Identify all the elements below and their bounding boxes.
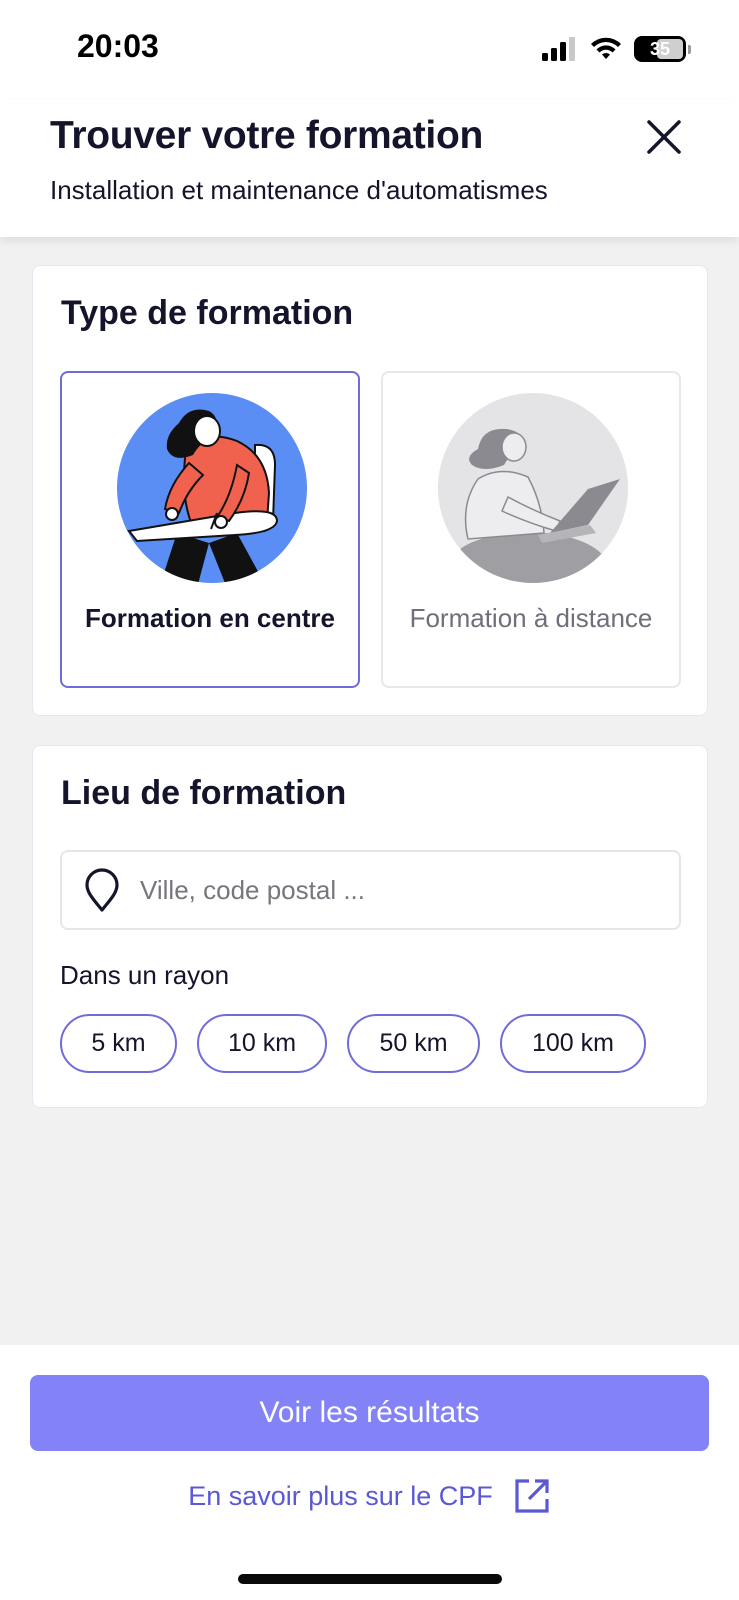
battery-icon: 35	[634, 36, 686, 62]
home-indicator	[238, 1574, 502, 1584]
radius-chip-5km[interactable]: 5 km	[60, 1014, 177, 1073]
footer: Voir les résultats En savoir plus sur le…	[0, 1345, 739, 1600]
option-label-a-distance: Formation à distance	[409, 603, 653, 633]
battery-level: 35	[649, 38, 671, 59]
header: Trouver votre formation Installation et …	[0, 100, 739, 237]
battery-tip	[688, 44, 691, 54]
external-link-icon	[515, 1479, 549, 1513]
option-formation-a-distance[interactable]: Formation à distance	[381, 371, 681, 688]
classroom-training-illustration	[117, 393, 307, 583]
status-icons: 35	[542, 32, 691, 66]
radius-chip-100km[interactable]: 100 km	[500, 1014, 646, 1073]
location-input[interactable]	[140, 874, 620, 906]
option-label-en-centre: Formation en centre	[85, 603, 335, 633]
page-subtitle: Installation et maintenance d'automatism…	[50, 175, 548, 205]
location-field[interactable]	[60, 850, 681, 930]
wifi-icon	[591, 37, 621, 59]
training-type-card: Type de formation Formation en centre Fo…	[32, 265, 708, 716]
location-pin-icon	[85, 868, 119, 912]
radius-chip-10km[interactable]: 10 km	[197, 1014, 327, 1073]
radius-chip-50km[interactable]: 50 km	[347, 1014, 480, 1073]
option-formation-en-centre[interactable]: Formation en centre	[60, 371, 360, 688]
radius-label: Dans un rayon	[60, 960, 230, 990]
radius-chips: 5 km 10 km 50 km 100 km	[60, 1014, 646, 1073]
training-location-card: Lieu de formation Dans un rayon 5 km 10 …	[32, 745, 708, 1108]
status-bar: 20:03 35	[0, 0, 739, 100]
status-time: 20:03	[77, 28, 159, 64]
cpf-link-label: En savoir plus sur le CPF	[188, 1480, 493, 1511]
remote-training-illustration	[438, 393, 628, 583]
close-icon[interactable]	[641, 114, 687, 160]
page-title: Trouver votre formation	[50, 114, 484, 157]
signal-icon	[542, 37, 575, 61]
training-type-title: Type de formation	[61, 294, 354, 332]
cpf-info-link[interactable]: En savoir plus sur le CPF	[0, 1477, 739, 1515]
training-location-title: Lieu de formation	[61, 774, 347, 812]
see-results-button[interactable]: Voir les résultats	[30, 1375, 709, 1451]
